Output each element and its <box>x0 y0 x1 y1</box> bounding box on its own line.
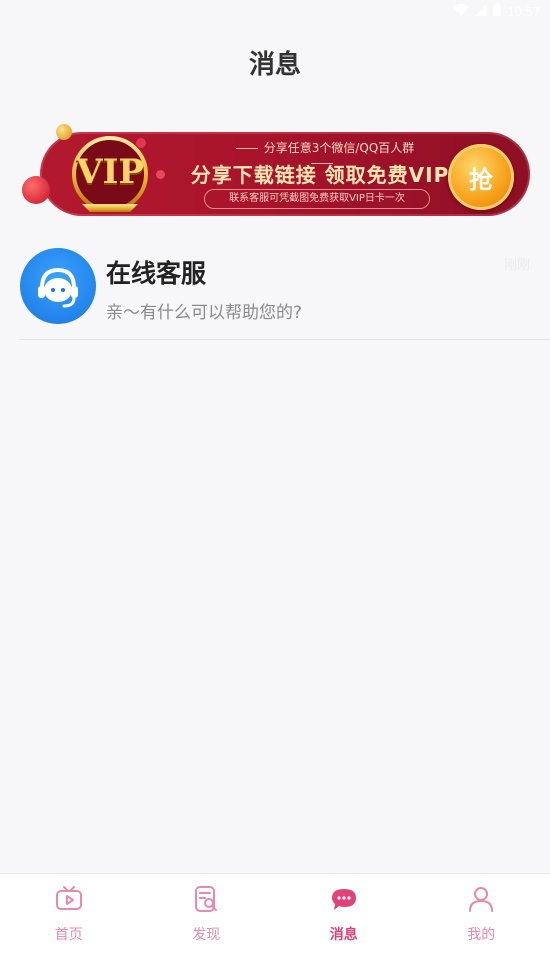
tab-home[interactable]: 首页 <box>0 874 138 957</box>
status-time: 10:57 <box>507 3 540 19</box>
vip-badge-icon: VIP <box>62 134 158 214</box>
tab-discover[interactable]: 发现 <box>138 874 276 957</box>
vip-promo-banner[interactable]: VIP 分享任意3个微信/QQ百人群 分享下载链接 领取免费VIP 联系客服可凭… <box>22 124 530 224</box>
discover-icon <box>195 886 218 912</box>
tab-profile[interactable]: 我的 <box>413 874 550 957</box>
tab-discover-label: 发现 <box>192 927 221 943</box>
wifi-icon <box>453 3 470 19</box>
red-ornament-ball <box>22 176 50 204</box>
customer-service-avatar <box>20 248 96 324</box>
conversation-last-message: 亲～有什么可以帮助您的? <box>106 303 303 323</box>
conversation-item-online-service[interactable]: 在线客服 亲～有什么可以帮助您的? 刚刚 <box>18 244 550 340</box>
signal-icon <box>475 3 488 19</box>
tab-messages-label: 消息 <box>329 927 358 943</box>
status-bar: 10:57 <box>0 0 550 24</box>
vip-badge-text: VIP <box>76 152 144 192</box>
tab-profile-label: 我的 <box>467 927 496 943</box>
battery-icon <box>493 3 502 19</box>
status-icons: 10:57 <box>453 3 540 19</box>
headset-icon <box>38 267 78 308</box>
banner-line-3: 联系客服可凭截图免费获取VIP日卡一次 <box>204 189 430 209</box>
messages-screen: 10:57 消息 VIP 分享任意3个微信/QQ百人群 分享下载链接 领取免费V… <box>0 0 550 957</box>
user-icon <box>469 887 494 912</box>
page-title: 消息 <box>248 50 301 80</box>
tab-home-label: 首页 <box>54 927 83 943</box>
chat-bubble-icon <box>331 889 356 910</box>
conversation-name: 在线客服 <box>106 259 207 288</box>
grab-button[interactable]: 抢 <box>448 144 514 210</box>
bottom-tab-bar: 首页 发现 消息 我的 <box>0 873 550 957</box>
conversation-time: 刚刚 <box>503 258 530 273</box>
tab-messages[interactable]: 消息 <box>275 874 413 957</box>
tv-icon <box>55 886 82 910</box>
banner-headline: 分享下载链接 领取免费VIP <box>190 163 450 187</box>
